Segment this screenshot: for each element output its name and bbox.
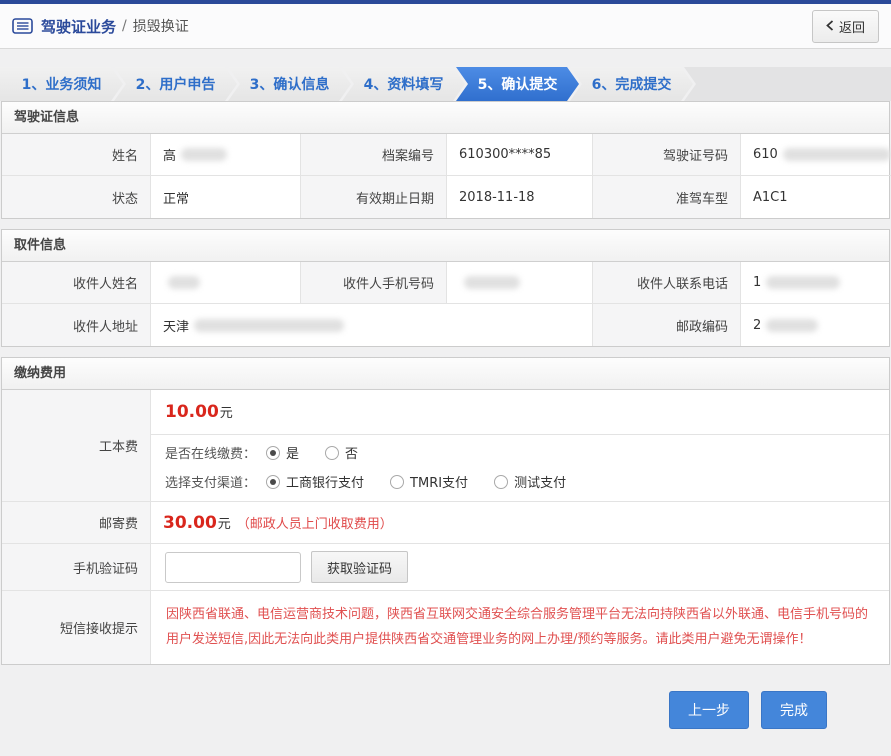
postage-fee-unit: 元 — [218, 513, 231, 532]
radio-test-label: 测试支付 — [514, 472, 566, 491]
vehicle-class-label: 准驾车型 — [593, 176, 741, 218]
step-label: 2、用户申告 — [136, 74, 216, 94]
pickup-info-title: 取件信息 — [2, 230, 889, 262]
page-header: 驾驶证业务 / 损毁换证 返回 — [0, 4, 891, 49]
online-payment-label: 是否在线缴费： — [165, 443, 256, 462]
pickup-info-section: 取件信息 收件人姓名 收件人手机号码 收件人联系电话 1 收件人地址 天津 邮政… — [1, 229, 890, 347]
step-label: 3、确认信息 — [250, 74, 330, 94]
step-3-confirm-info: 3、确认信息 — [228, 67, 351, 101]
channel-test[interactable]: 测试支付 — [494, 472, 566, 491]
payment-channel-row: 选择支付渠道： 工商银行支付 TMRI支付 测试支付 — [151, 464, 889, 501]
step-wizard: 1、业务须知 2、用户申告 3、确认信息 4、资料填写 5、确认提交 6、完成提… — [0, 67, 891, 101]
postage-fee-label: 邮寄费 — [2, 502, 151, 544]
redacted-value — [464, 276, 520, 289]
postage-fee-amount: 30.00 — [163, 513, 217, 533]
production-fee-unit: 元 — [220, 406, 233, 421]
finish-button[interactable]: 完成 — [761, 691, 827, 729]
footer-actions: 上一步 完成 — [0, 675, 891, 729]
online-payment-row: 是否在线缴费： 是 否 — [151, 435, 889, 464]
sms-code-label: 手机验证码 — [2, 544, 151, 591]
breadcrumb-current: 损毁换证 — [133, 16, 189, 36]
sms-code-input[interactable] — [165, 552, 301, 583]
radio-icbc-icon[interactable] — [266, 475, 280, 489]
chevron-left-icon — [826, 19, 834, 34]
back-button[interactable]: 返回 — [812, 10, 879, 43]
fees-section: 缴纳费用 工本费 10.00元 是否在线缴费： 是 否 选择支付渠道： — [1, 357, 890, 665]
redacted-value — [194, 319, 344, 332]
back-button-label: 返回 — [839, 17, 865, 36]
radio-no-icon[interactable] — [325, 446, 339, 460]
step-bar-filler — [684, 67, 891, 101]
page-title: 驾驶证业务 — [41, 16, 116, 37]
step-1-notice: 1、业务须知 — [0, 67, 123, 101]
step-4-fill-data: 4、资料填写 — [342, 67, 465, 101]
valid-until-label: 有效期止日期 — [301, 176, 447, 218]
step-label: 4、资料填写 — [364, 74, 444, 94]
step-6-complete: 6、完成提交 — [570, 67, 693, 101]
sms-notice-cell: 因陕西省联通、电信运营商技术问题，陕西省互联网交通安全综合服务管理平台无法向持陕… — [151, 591, 889, 664]
valid-until-value: 2018-11-18 — [447, 176, 593, 218]
license-info-table: 姓名 高 档案编号 610300****85 驾驶证号码 610 状态 正常 有… — [2, 134, 889, 218]
redacted-value — [181, 148, 227, 161]
step-label: 1、业务须知 — [22, 74, 102, 94]
vehicle-class-value: A1C1 — [741, 176, 891, 218]
sms-notice-label: 短信接收提示 — [2, 591, 151, 664]
channel-tmri[interactable]: TMRI支付 — [390, 472, 468, 491]
redacted-value — [766, 276, 840, 289]
license-info-section: 驾驶证信息 姓名 高 档案编号 610300****85 驾驶证号码 610 状… — [1, 101, 890, 219]
radio-yes-icon[interactable] — [266, 446, 280, 460]
postage-fee-note: （邮政人员上门收取费用） — [237, 513, 393, 532]
channel-icbc[interactable]: 工商银行支付 — [266, 472, 364, 491]
radio-tmri-label: TMRI支付 — [410, 472, 468, 491]
redacted-value — [783, 148, 891, 161]
recipient-mobile-value — [447, 262, 593, 304]
sms-notice-text: 因陕西省联通、电信运营商技术问题，陕西省互联网交通安全综合服务管理平台无法向持陕… — [151, 591, 889, 664]
file-number-value: 610300****85 — [447, 134, 593, 176]
fees-table: 工本费 10.00元 是否在线缴费： 是 否 选择支付渠道： — [2, 390, 889, 664]
production-fee-amount: 10.00 — [165, 402, 219, 422]
radio-test-icon[interactable] — [494, 475, 508, 489]
sms-code-cell: 获取验证码 — [151, 544, 889, 591]
status-value: 正常 — [151, 176, 301, 218]
radio-icbc-label: 工商银行支付 — [286, 472, 364, 491]
recipient-phone-label: 收件人联系电话 — [593, 262, 741, 304]
name-value: 高 — [151, 134, 301, 176]
radio-no-label: 否 — [345, 443, 358, 462]
redacted-value — [168, 276, 200, 289]
recipient-name-label: 收件人姓名 — [2, 262, 151, 304]
redacted-value — [766, 319, 818, 332]
step-label: 5、确认提交 — [478, 74, 558, 94]
previous-step-button[interactable]: 上一步 — [669, 691, 749, 729]
online-payment-yes[interactable]: 是 — [266, 443, 299, 462]
breadcrumb-divider: / — [122, 18, 127, 34]
recipient-phone-value: 1 — [741, 262, 889, 304]
status-label: 状态 — [2, 176, 151, 218]
recipient-address-value: 天津 — [151, 304, 593, 346]
step-label: 6、完成提交 — [592, 74, 672, 94]
recipient-mobile-label: 收件人手机号码 — [301, 262, 447, 304]
step-5-confirm-submit-active: 5、确认提交 — [456, 67, 579, 101]
payment-channel-label: 选择支付渠道： — [165, 472, 256, 491]
get-sms-code-button[interactable]: 获取验证码 — [311, 551, 408, 583]
name-label: 姓名 — [2, 134, 151, 176]
online-payment-no[interactable]: 否 — [325, 443, 358, 462]
recipient-name-value — [151, 262, 301, 304]
license-info-title: 驾驶证信息 — [2, 102, 889, 134]
license-number-label: 驾驶证号码 — [593, 134, 741, 176]
production-fee-label: 工本费 — [2, 390, 151, 502]
step-2-declaration: 2、用户申告 — [114, 67, 237, 101]
postage-fee-cell: 30.00元 （邮政人员上门收取费用） — [151, 502, 889, 544]
fees-title: 缴纳费用 — [2, 358, 889, 390]
file-number-label: 档案编号 — [301, 134, 447, 176]
radio-yes-label: 是 — [286, 443, 299, 462]
production-fee-amount-line: 10.00元 — [151, 390, 889, 435]
production-fee-cell: 10.00元 是否在线缴费： 是 否 选择支付渠道： 工商银行支付 — [151, 390, 889, 502]
license-number-value: 610 — [741, 134, 891, 176]
postal-code-label: 邮政编码 — [593, 304, 741, 346]
radio-tmri-icon[interactable] — [390, 475, 404, 489]
postal-code-value: 2 — [741, 304, 889, 346]
recipient-address-label: 收件人地址 — [2, 304, 151, 346]
pickup-info-table: 收件人姓名 收件人手机号码 收件人联系电话 1 收件人地址 天津 邮政编码 2 — [2, 262, 889, 346]
license-list-icon — [12, 18, 33, 34]
